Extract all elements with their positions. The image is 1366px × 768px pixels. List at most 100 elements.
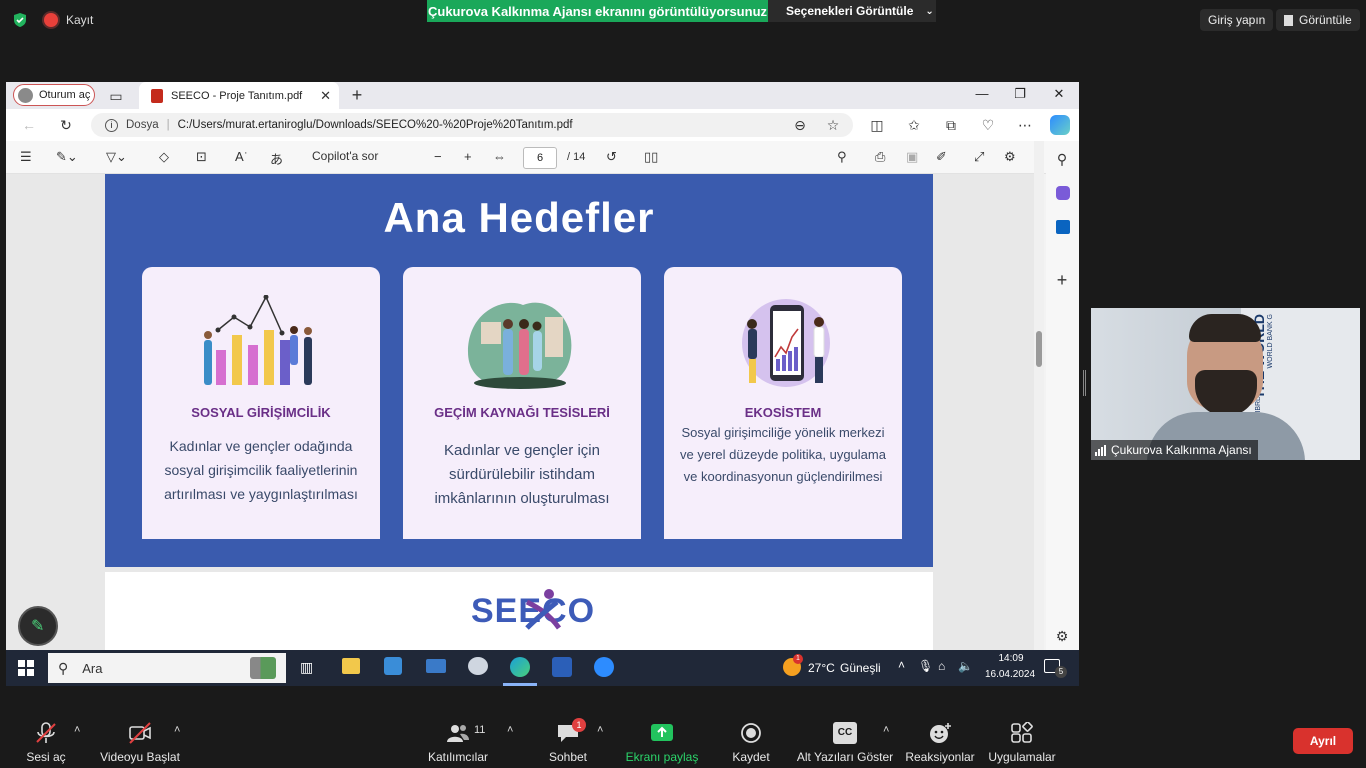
browser-essentials-icon[interactable]: ♡ — [979, 116, 997, 134]
windows-start-icon[interactable] — [18, 660, 34, 676]
collections-icon[interactable]: ⧉ — [942, 116, 960, 134]
audio-options-chevron-up-icon[interactable]: ˄ — [74, 724, 80, 736]
translate-icon[interactable]: あ — [270, 149, 283, 168]
print-icon[interactable]: ⎙ — [875, 149, 885, 165]
save-as-icon[interactable]: ✐ — [936, 149, 947, 165]
record-button[interactable]: Kaydet — [701, 722, 801, 764]
favorites-icon[interactable]: ✩ — [905, 116, 923, 134]
rotate-icon[interactable]: ↺ — [606, 149, 617, 165]
search-highlight-icon — [250, 657, 276, 679]
seeco-logo-figure-icon — [525, 589, 562, 630]
search-icon[interactable]: ⚲ — [837, 149, 847, 165]
annotate-pen-button[interactable]: ✎ — [18, 606, 58, 646]
card-title: GEÇİM KAYNAĞI TESİSLERİ — [434, 405, 610, 420]
profile-label: Oturum aç — [39, 89, 91, 101]
sidebar-settings-icon[interactable]: ⚙ — [1053, 627, 1071, 645]
scrollbar-thumb[interactable] — [1036, 331, 1042, 367]
view-layout-icon — [1284, 14, 1293, 26]
file-explorer-icon[interactable] — [342, 658, 360, 674]
sidebar-search-icon[interactable]: ⚲ — [1053, 150, 1071, 168]
edge-browser-icon[interactable] — [510, 657, 530, 677]
page-view-icon[interactable]: ▯▯ — [644, 149, 658, 165]
zoom-out-pdf-icon[interactable]: − — [434, 149, 442, 164]
close-tab-icon[interactable]: ✕ — [320, 88, 331, 104]
word-icon[interactable] — [552, 657, 572, 677]
view-button[interactable]: Görüntüle — [1276, 9, 1360, 31]
record-icon — [741, 723, 761, 743]
volume-icon[interactable]: 🔈 — [958, 659, 973, 673]
pdf-settings-icon[interactable]: ⚙ — [1004, 149, 1016, 165]
restore-icon[interactable]: ❐ — [1010, 86, 1030, 104]
split-drag-handle[interactable] — [1083, 370, 1086, 396]
highlight-icon[interactable]: ✎⌄ — [56, 149, 78, 165]
url-field[interactable]: i Dosya | C:/Users/murat.ertaniroglu/Dow… — [91, 113, 853, 137]
fit-width-icon[interactable]: ⇔ — [493, 149, 506, 164]
show-captions-button[interactable]: CC Alt Yazıları Göster — [795, 722, 895, 764]
zoom-app-icon[interactable] — [594, 657, 614, 677]
more-options-icon[interactable]: ⋯ — [1016, 116, 1034, 134]
pdf-viewport[interactable]: Ana Hedefler SOSYAL GİRİŞİMCİLİK Kadınla… — [6, 174, 1042, 650]
clock-date[interactable]: 16.04.2024 — [978, 669, 1042, 680]
split-screen-icon[interactable]: ◫ — [868, 116, 886, 134]
captions-options-chevron-up-icon[interactable]: ˄ — [883, 724, 889, 736]
notification-center-icon[interactable]: 5 — [1044, 659, 1067, 678]
text-box-icon[interactable]: ⊡ — [196, 149, 207, 165]
save-icon[interactable]: ▣ — [906, 149, 918, 165]
show-hidden-icons-chevron-up-icon[interactable]: ˄ — [898, 658, 905, 672]
clock-time[interactable]: 14:09 — [991, 653, 1031, 664]
microphone-icon[interactable]: 🎙 — [918, 659, 933, 673]
shared-screen: Oturum aç ▭ SEECO - Proje Tanıtım.pdf ✕ … — [6, 82, 1079, 686]
new-tab-icon[interactable]: + — [348, 86, 366, 104]
card-text: Sosyal girişimciliğe yönelik merkezi ve … — [680, 425, 886, 484]
security-shield-icon[interactable] — [12, 12, 28, 28]
weather-desc[interactable]: Güneşli — [840, 661, 881, 675]
read-aloud-icon[interactable]: A͘ — [235, 149, 244, 164]
recording-label[interactable]: Kayıt — [66, 13, 93, 27]
weather-temp[interactable]: 27°C — [808, 661, 835, 675]
contents-icon[interactable]: ☰ — [20, 149, 32, 165]
copilot-icon[interactable] — [1050, 115, 1070, 135]
draw-icon[interactable]: ▽⌄ — [106, 149, 127, 165]
leave-meeting-button[interactable]: Ayrıl — [1293, 728, 1353, 754]
store-icon[interactable] — [384, 657, 402, 675]
zoom-out-icon[interactable]: ⊖ — [791, 116, 809, 134]
video-options-chevron-up-icon[interactable]: ˄ — [174, 724, 180, 736]
share-screen-button[interactable]: Ekranı paylaş — [612, 722, 712, 764]
snipping-tool-icon[interactable] — [468, 657, 488, 675]
tab-actions-icon[interactable]: ▭ — [107, 87, 125, 105]
participants-button[interactable]: Katılımcılar — [408, 722, 508, 764]
close-window-icon[interactable]: ✕ — [1049, 86, 1069, 104]
profile-button[interactable]: Oturum aç — [13, 84, 95, 106]
back-arrow-icon[interactable]: ← — [20, 116, 38, 134]
eraser-icon[interactable]: ◇ — [159, 149, 169, 165]
view-options-button[interactable]: Seçenekleri Görüntüle ⌄ — [768, 0, 936, 22]
search-icon: ⚲ — [58, 659, 69, 676]
fullscreen-icon[interactable]: ⤢ — [974, 149, 984, 165]
refresh-icon[interactable]: ↻ — [57, 116, 75, 134]
participant-video-tile[interactable]: THE WORLD WORLD BANK G IBRD · IDA Çukuro… — [1091, 308, 1360, 460]
add-sidebar-app-icon[interactable]: + — [1053, 271, 1071, 289]
taskbar-search-box[interactable]: ⚲ Ara — [48, 653, 286, 683]
copilot-ask-button[interactable]: Copilot'a sor — [312, 149, 378, 163]
zoom-top-bar: Kayıt Çukurova Kalkınma Ajansı ekranını … — [0, 0, 1366, 40]
recording-icon — [44, 13, 58, 27]
sign-in-button[interactable]: Giriş yapın — [1200, 9, 1274, 31]
browser-tab-bar: Oturum aç ▭ SEECO - Proje Tanıtım.pdf ✕ … — [6, 82, 1079, 109]
apps-button[interactable]: Uygulamalar — [972, 722, 1072, 764]
favorite-star-icon[interactable]: ☆ — [824, 116, 842, 134]
minimize-icon[interactable]: — — [972, 86, 992, 104]
outlook-icon[interactable] — [1056, 220, 1070, 234]
task-view-icon[interactable]: ▥ — [300, 659, 313, 676]
chat-options-chevron-up-icon[interactable]: ˄ — [597, 724, 603, 736]
closed-captions-icon: CC — [833, 722, 857, 744]
tab-seeco-pdf[interactable]: SEECO - Proje Tanıtım.pdf ✕ — [139, 82, 339, 109]
zoom-in-pdf-icon[interactable]: + — [464, 149, 472, 164]
pdf-scrollbar[interactable] — [1034, 141, 1044, 650]
sidebar-copilot-icon[interactable] — [1056, 186, 1070, 200]
page-number-input[interactable]: 6 — [523, 147, 557, 169]
network-icon[interactable]: ⌂ — [938, 659, 945, 673]
unmute-button[interactable]: Sesi aç — [0, 722, 96, 764]
participants-options-chevron-up-icon[interactable]: ˄ — [507, 724, 513, 736]
mail-icon[interactable] — [426, 659, 446, 673]
chat-label: Sohbet — [548, 750, 588, 764]
